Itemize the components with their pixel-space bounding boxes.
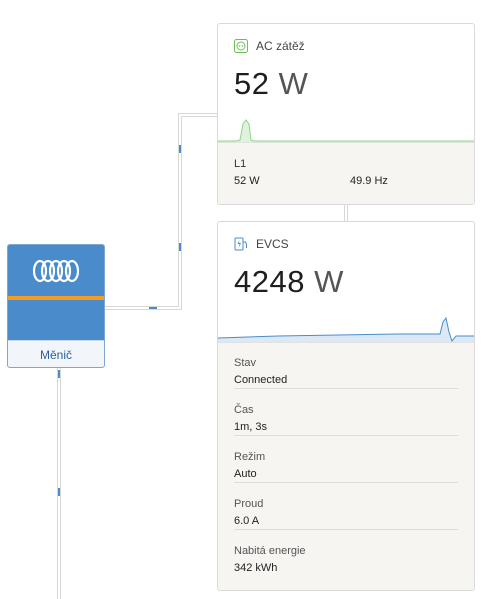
ac-load-title: AC zátěž (256, 39, 305, 53)
ac-load-card[interactable]: AC zátěž 52 W L1 52 W 49.9 Hz (217, 23, 475, 205)
flow-overview: Měnič AC zátěž 52 W L1 52 W 49.9 Hz EVCS… (0, 0, 495, 599)
evcs-card[interactable]: EVCS 4248 W Stav Connected Čas 1m, 3s Re… (217, 221, 475, 591)
flow-dot (149, 307, 157, 309)
phase-frequency: 49.9 Hz (350, 175, 388, 187)
flow-dot (179, 243, 181, 251)
evcs-unit: W (314, 264, 344, 299)
evcs-row-time: Čas 1m, 3s (234, 390, 458, 436)
evcs-row-value: 6.0 A (234, 515, 260, 527)
inverter-label: Měnič (8, 340, 104, 367)
ac-load-value: 52 (234, 66, 270, 101)
evcs-row-key: Proud (234, 498, 264, 510)
phase-power: 52 W (234, 175, 260, 187)
flow-dot (58, 370, 60, 378)
evcs-row-value: Auto (234, 468, 257, 480)
evcs-row-mode: Režim Auto (234, 437, 458, 483)
phase-label: L1 (234, 158, 247, 170)
evcs-row-energy: Nabitá energie 342 kWh (234, 531, 458, 577)
evcs-header: EVCS (234, 237, 289, 251)
evcs-row-value: 342 kWh (234, 562, 278, 574)
flow-dot (58, 488, 60, 496)
ev-charger-icon (234, 237, 248, 251)
evcs-value: 4248 (234, 264, 305, 299)
socket-icon (234, 39, 248, 53)
evcs-row-key: Nabitá energie (234, 545, 306, 557)
evcs-details: Stav Connected Čas 1m, 3s Režim Auto Pro… (218, 342, 474, 590)
evcs-row-current: Proud 6.0 A (234, 484, 458, 530)
ac-load-power: 52 W (234, 66, 308, 102)
evcs-row-key: Čas (234, 404, 254, 416)
evcs-power: 4248 W (234, 264, 344, 300)
evcs-row-value: 1m, 3s (234, 421, 268, 433)
evcs-row-value: Connected (234, 374, 288, 386)
ac-load-header: AC zátěž (234, 39, 305, 53)
evcs-row-key: Režim (234, 451, 266, 463)
evcs-row-key: Stav (234, 357, 257, 369)
ac-load-details: L1 52 W 49.9 Hz (218, 142, 474, 204)
evcs-title: EVCS (256, 237, 289, 251)
flow-dot (179, 145, 181, 153)
inverter-stripe (8, 296, 104, 300)
evcs-row-status: Stav Connected (234, 343, 458, 389)
evcs-sparkline (218, 316, 474, 342)
inverter-tile[interactable]: Měnič (7, 244, 105, 368)
ac-load-sparkline (218, 119, 474, 142)
ac-load-unit: W (278, 66, 309, 101)
victron-logo-icon (8, 245, 104, 297)
